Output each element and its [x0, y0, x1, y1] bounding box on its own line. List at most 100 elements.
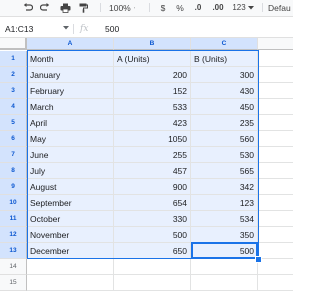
- cell-d[interactable]: [258, 131, 293, 147]
- cell-a[interactable]: April: [27, 115, 114, 131]
- cell-c[interactable]: B (Units): [191, 51, 258, 67]
- row-header[interactable]: 15: [0, 275, 27, 291]
- cell-c[interactable]: 534: [191, 211, 258, 227]
- redo-icon[interactable]: [39, 0, 51, 15]
- cell-a[interactable]: March: [27, 99, 114, 115]
- cell-d[interactable]: [258, 99, 293, 115]
- row-header[interactable]: 2: [0, 67, 27, 83]
- cell-d[interactable]: [258, 67, 293, 83]
- paint-format-icon[interactable]: [77, 0, 89, 15]
- column-header-a[interactable]: A: [27, 38, 114, 50]
- cell-c[interactable]: 350: [191, 227, 258, 243]
- cell-d[interactable]: [258, 51, 293, 67]
- toolbar-divider: [100, 3, 101, 12]
- select-all-corner[interactable]: [0, 38, 27, 50]
- column-header-d[interactable]: [258, 38, 293, 50]
- cell-c[interactable]: 235: [191, 115, 258, 131]
- zoom-select[interactable]: 100%: [109, 0, 135, 15]
- cell-b[interactable]: 457: [114, 163, 191, 179]
- cell-a[interactable]: [27, 275, 114, 291]
- cell-a[interactable]: Month: [27, 51, 114, 67]
- more-formats-button[interactable]: 123: [231, 0, 255, 15]
- cell-c[interactable]: 123: [191, 195, 258, 211]
- increase-decimal-label: .00: [212, 3, 224, 12]
- cell-d[interactable]: [258, 115, 293, 131]
- cell-c[interactable]: 560: [191, 131, 258, 147]
- row-header[interactable]: 1: [0, 51, 27, 67]
- row-header[interactable]: 9: [0, 179, 27, 195]
- name-box[interactable]: A1:C13: [5, 22, 57, 36]
- cell-a[interactable]: January: [27, 67, 114, 83]
- increase-decimal-button[interactable]: .00: [209, 0, 227, 15]
- cell-a[interactable]: September: [27, 195, 114, 211]
- cell-d[interactable]: [258, 179, 293, 195]
- row-header[interactable]: 13: [0, 243, 27, 259]
- formula-input[interactable]: 500: [105, 22, 119, 36]
- cell-b[interactable]: [114, 259, 191, 275]
- font-select[interactable]: Defau: [268, 0, 294, 15]
- cell-c[interactable]: [191, 275, 258, 291]
- cell-d[interactable]: [258, 147, 293, 163]
- decrease-decimal-button[interactable]: .0: [191, 0, 205, 15]
- cell-b[interactable]: 330: [114, 211, 191, 227]
- cell-c[interactable]: 500: [191, 243, 258, 259]
- cell-a[interactable]: August: [27, 179, 114, 195]
- cell-b[interactable]: 200: [114, 67, 191, 83]
- column-header-b[interactable]: B: [114, 38, 191, 50]
- cell-d[interactable]: [258, 163, 293, 179]
- cell-d[interactable]: [258, 195, 293, 211]
- cell-c[interactable]: 530: [191, 147, 258, 163]
- cell-b[interactable]: 423: [114, 115, 191, 131]
- percent-label: %: [176, 2, 184, 13]
- cell-a[interactable]: October: [27, 211, 114, 227]
- cell-b[interactable]: 650: [114, 243, 191, 259]
- cell-c[interactable]: 450: [191, 99, 258, 115]
- cell-d[interactable]: [258, 227, 293, 243]
- cell-b[interactable]: 533: [114, 99, 191, 115]
- row-header[interactable]: 14: [0, 259, 27, 275]
- cell-c[interactable]: 565: [191, 163, 258, 179]
- cell-b[interactable]: 900: [114, 179, 191, 195]
- chevron-down-icon: [133, 7, 135, 8]
- row-header[interactable]: 7: [0, 147, 27, 163]
- cell-b[interactable]: 1050: [114, 131, 191, 147]
- cell-a[interactable]: February: [27, 83, 114, 99]
- cell-c[interactable]: [191, 259, 258, 275]
- cell-d[interactable]: [258, 259, 293, 275]
- fill-handle[interactable]: [255, 256, 262, 263]
- percent-button[interactable]: %: [175, 0, 185, 15]
- cell-a[interactable]: May: [27, 131, 114, 147]
- currency-button[interactable]: $: [158, 0, 168, 15]
- cell-b[interactable]: 654: [114, 195, 191, 211]
- chevron-down-icon[interactable]: [63, 24, 69, 32]
- row-header[interactable]: 12: [0, 227, 27, 243]
- print-icon[interactable]: [58, 0, 72, 15]
- row-header[interactable]: 10: [0, 195, 27, 211]
- row-header[interactable]: 6: [0, 131, 27, 147]
- column-header-c[interactable]: C: [191, 38, 258, 50]
- cell-d[interactable]: [258, 243, 293, 259]
- cell-d[interactable]: [258, 211, 293, 227]
- cell-a[interactable]: [27, 259, 114, 275]
- cell-b[interactable]: A (Units): [114, 51, 191, 67]
- cell-b[interactable]: 152: [114, 83, 191, 99]
- cell-c[interactable]: 300: [191, 67, 258, 83]
- row-header[interactable]: 11: [0, 211, 27, 227]
- row-header[interactable]: 8: [0, 163, 27, 179]
- cell-b[interactable]: 255: [114, 147, 191, 163]
- cell-d[interactable]: [258, 83, 293, 99]
- undo-icon[interactable]: [22, 0, 34, 15]
- cell-a[interactable]: July: [27, 163, 114, 179]
- cell-c[interactable]: 342: [191, 179, 258, 195]
- cell-b[interactable]: 500: [114, 227, 191, 243]
- row-header[interactable]: 3: [0, 83, 27, 99]
- font-label: Defau: [268, 2, 291, 13]
- cell-b[interactable]: [114, 275, 191, 291]
- cell-a[interactable]: November: [27, 227, 114, 243]
- row-header[interactable]: 4: [0, 99, 27, 115]
- row-header[interactable]: 5: [0, 115, 27, 131]
- cell-a[interactable]: June: [27, 147, 114, 163]
- cell-a[interactable]: December: [27, 243, 114, 259]
- cell-c[interactable]: 430: [191, 83, 258, 99]
- cell-d[interactable]: [258, 275, 293, 291]
